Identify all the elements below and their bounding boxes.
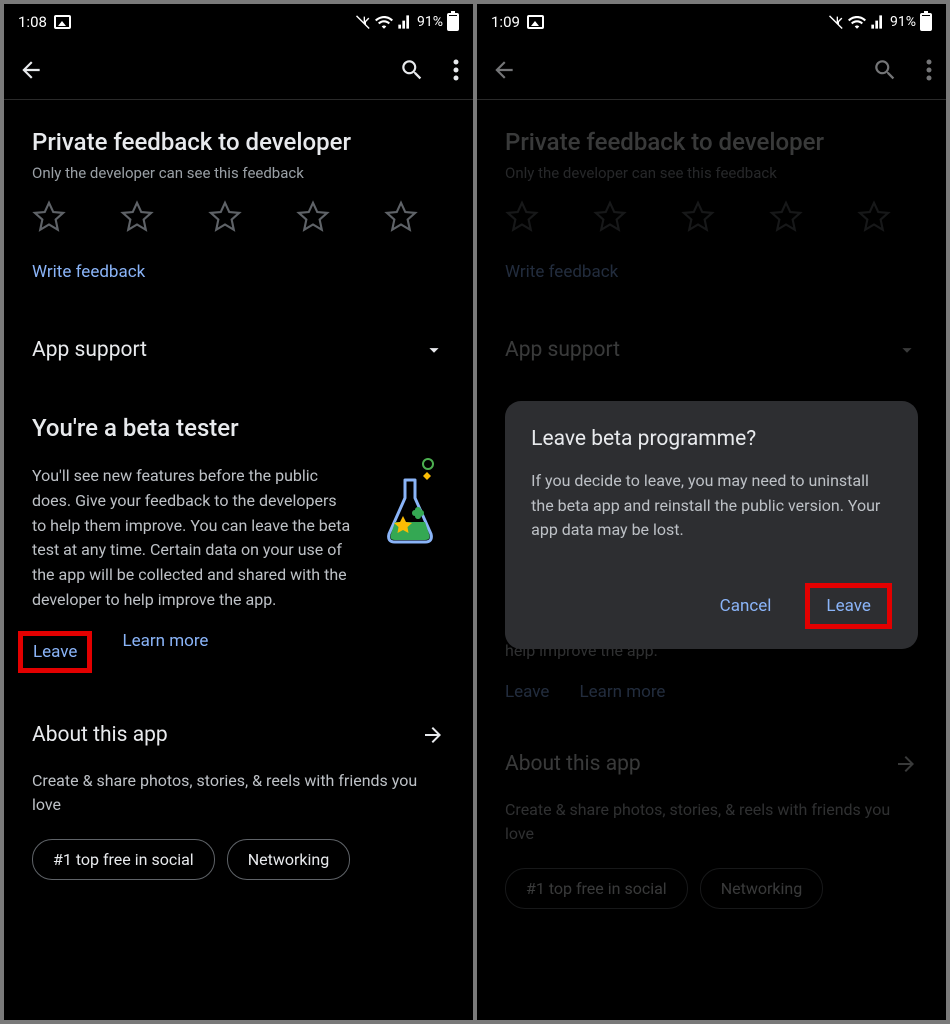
feedback-title: Private feedback to developer xyxy=(32,128,445,156)
screen-right: 1:09 91% Private feedback to developer O… xyxy=(477,4,946,1020)
battery-pct: 91% xyxy=(890,14,916,30)
more-icon[interactable] xyxy=(926,58,932,82)
flask-icon xyxy=(373,456,445,528)
about-desc: Create & share photos, stories, & reels … xyxy=(32,769,445,817)
beta-title: You're a beta tester xyxy=(32,414,445,442)
star-icon[interactable] xyxy=(296,200,330,234)
battery-pct: 91% xyxy=(417,14,443,30)
back-icon[interactable] xyxy=(491,57,517,83)
beta-body: You'll see new features before the publi… xyxy=(32,464,353,613)
write-feedback-link[interactable]: Write feedback xyxy=(32,262,445,282)
wifi-icon xyxy=(375,13,393,31)
arrow-right-icon xyxy=(421,723,445,747)
modal-scrim[interactable]: Leave beta programme? If you decide to l… xyxy=(477,100,946,1020)
beta-learn-more-link[interactable]: Learn more xyxy=(122,631,208,673)
app-bar xyxy=(4,40,473,100)
back-icon[interactable] xyxy=(18,57,44,83)
mute-icon xyxy=(355,14,371,30)
beta-leave-button[interactable]: Leave xyxy=(18,631,92,673)
wifi-icon xyxy=(848,13,866,31)
rating-stars[interactable] xyxy=(32,200,445,234)
leave-beta-dialog: Leave beta programme? If you decide to l… xyxy=(505,401,918,649)
star-icon[interactable] xyxy=(120,200,154,234)
dialog-title: Leave beta programme? xyxy=(531,427,892,451)
screenshot-icon xyxy=(54,15,71,29)
search-icon[interactable] xyxy=(872,57,898,83)
app-support-label: App support xyxy=(32,338,147,362)
star-icon[interactable] xyxy=(208,200,242,234)
dialog-body: If you decide to leave, you may need to … xyxy=(531,469,892,543)
status-time: 1:09 xyxy=(491,13,520,31)
battery-icon xyxy=(920,13,932,31)
content: Private feedback to developer Only the d… xyxy=(4,100,473,1020)
app-bar xyxy=(477,40,946,100)
screenshot-icon xyxy=(527,15,544,29)
chevron-down-icon xyxy=(423,339,445,361)
chip-networking[interactable]: Networking xyxy=(227,839,351,880)
status-bar: 1:09 91% xyxy=(477,4,946,40)
more-icon[interactable] xyxy=(453,58,459,82)
battery-icon xyxy=(447,13,459,31)
leave-button[interactable]: Leave xyxy=(805,583,891,629)
feedback-subtitle: Only the developer can see this feedback xyxy=(32,164,445,182)
star-icon[interactable] xyxy=(384,200,418,234)
status-time: 1:08 xyxy=(18,13,47,31)
mute-icon xyxy=(828,14,844,30)
app-support-row[interactable]: App support xyxy=(32,316,445,384)
star-icon[interactable] xyxy=(32,200,66,234)
screen-left: 1:08 91% Private feedback to developer O… xyxy=(4,4,473,1020)
about-row[interactable]: About this app xyxy=(32,701,445,769)
chip-top-free[interactable]: #1 top free in social xyxy=(32,839,215,880)
about-title: About this app xyxy=(32,723,168,747)
cancel-button[interactable]: Cancel xyxy=(704,588,788,624)
signal-icon xyxy=(870,14,886,30)
status-bar: 1:08 91% xyxy=(4,4,473,40)
search-icon[interactable] xyxy=(399,57,425,83)
signal-icon xyxy=(397,14,413,30)
